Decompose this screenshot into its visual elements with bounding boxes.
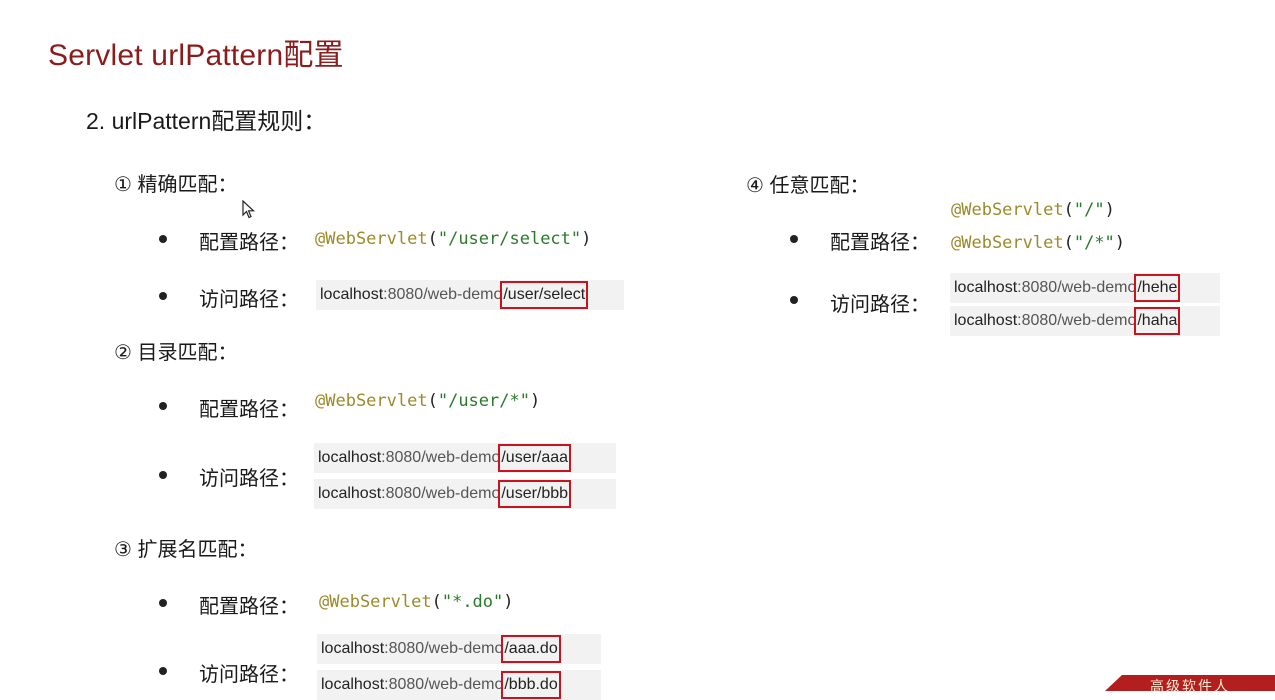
- dir-url-2: localhost:8080/web-demo/user/bbb: [314, 479, 616, 509]
- bullet-dot: [159, 235, 167, 243]
- paren-open: (: [1063, 233, 1074, 253]
- url-path: :8080/web-demo: [1017, 279, 1137, 296]
- exact-match-heading: ① 精确匹配：: [114, 174, 238, 196]
- paren-close: ): [1114, 233, 1126, 253]
- ext-match-heading: ③ 扩展名匹配：: [114, 539, 258, 561]
- url-path: :8080/web-demo: [1017, 312, 1137, 329]
- dir-url-1: localhost:8080/web-demo/user/aaa: [314, 443, 616, 473]
- bullet-dot: [790, 296, 798, 304]
- bullet-dot: [159, 402, 167, 410]
- bullet-dot: [159, 599, 167, 607]
- paren-open: (: [427, 229, 438, 249]
- annotation-text: @WebServlet: [951, 200, 1064, 220]
- dir-config-code: @WebServlet("/user/*"): [315, 391, 540, 411]
- pattern-string: "*.do": [441, 592, 504, 612]
- url-host: localhost: [954, 279, 1018, 296]
- highlighted-path: /user/select: [500, 281, 589, 309]
- pattern-string: "/*": [1073, 233, 1115, 253]
- url-host: localhost: [321, 676, 385, 693]
- any-access-label: 访问路径：: [830, 294, 930, 316]
- pattern-string: "/user/select": [437, 229, 582, 249]
- bullet-dot: [159, 667, 167, 675]
- highlighted-path: /haha: [1134, 307, 1181, 335]
- url-host: localhost: [318, 485, 382, 502]
- any-config-code-1: @WebServlet("/"): [951, 200, 1115, 220]
- any-match-heading: ④ 任意匹配：: [746, 175, 870, 197]
- mouse-cursor-icon: [242, 200, 256, 219]
- pattern-string: "/user/*": [437, 391, 530, 411]
- bullet-dot: [790, 235, 798, 243]
- annotation-text: @WebServlet: [315, 391, 428, 411]
- dir-match-heading: ② 目录匹配：: [114, 342, 238, 364]
- ext-url-2: localhost:8080/web-demo/bbb.do: [317, 670, 601, 700]
- url-path: :8080/web-demo: [381, 485, 501, 502]
- dir-config-label: 配置路径：: [199, 399, 299, 421]
- url-host: localhost: [954, 312, 1018, 329]
- exact-access-label: 访问路径：: [199, 289, 299, 311]
- highlighted-path: /aaa.do: [501, 635, 561, 663]
- dir-access-label: 访问路径：: [199, 468, 299, 490]
- paren-open: (: [1063, 200, 1074, 220]
- url-path: :8080/web-demo: [384, 676, 504, 693]
- url-host: localhost: [318, 449, 382, 466]
- paren-close: ): [503, 592, 514, 612]
- url-path: :8080/web-demo: [384, 640, 504, 657]
- highlighted-path: /user/aaa: [498, 444, 572, 472]
- annotation-text: @WebServlet: [319, 592, 432, 612]
- brand-text: 高级软件人: [1150, 679, 1230, 695]
- exact-url-1: localhost:8080/web-demo/user/select: [316, 280, 624, 310]
- any-url-1: localhost:8080/web-demo/hehe: [950, 273, 1220, 303]
- ext-config-code: @WebServlet("*.do"): [319, 592, 514, 612]
- exact-config-label: 配置路径：: [199, 232, 299, 254]
- ext-config-label: 配置路径：: [199, 596, 299, 618]
- paren-close: ): [581, 229, 592, 249]
- bullet-dot: [159, 292, 167, 300]
- any-url-2: localhost:8080/web-demo/haha: [950, 306, 1220, 336]
- paren-open: (: [431, 592, 442, 612]
- annotation-text: @WebServlet: [315, 229, 428, 249]
- highlighted-path: /hehe: [1134, 274, 1181, 302]
- any-config-code-2: @WebServlet("/*"): [951, 233, 1125, 253]
- exact-config-code: @WebServlet("/user/select"): [315, 229, 591, 249]
- ext-url-1: localhost:8080/web-demo/aaa.do: [317, 634, 601, 664]
- url-host: localhost: [320, 286, 384, 303]
- url-path: :8080/web-demo: [381, 449, 501, 466]
- paren-close: ): [529, 391, 541, 411]
- bullet-dot: [159, 471, 167, 479]
- url-path: :8080/web-demo: [383, 286, 503, 303]
- paren-open: (: [427, 391, 438, 411]
- any-config-label: 配置路径：: [830, 232, 930, 254]
- annotation-text: @WebServlet: [951, 233, 1064, 253]
- pattern-string: "/": [1073, 200, 1105, 220]
- highlighted-path: /user/bbb: [498, 480, 572, 508]
- paren-close: ): [1104, 200, 1115, 220]
- highlighted-path: /bbb.do: [501, 671, 561, 699]
- url-host: localhost: [321, 640, 385, 657]
- page-title: Servlet urlPattern配置: [48, 39, 344, 72]
- section-subtitle: 2. urlPattern配置规则：: [86, 108, 327, 134]
- ext-access-label: 访问路径：: [199, 664, 299, 686]
